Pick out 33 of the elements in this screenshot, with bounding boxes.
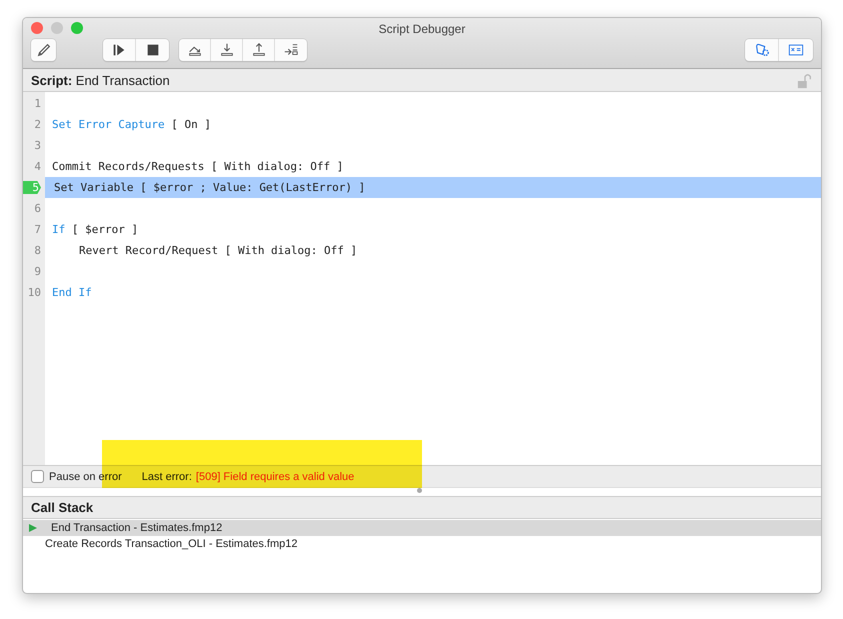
error-message: [509] Field requires a valid value xyxy=(196,470,354,482)
pencil-icon xyxy=(36,42,52,58)
line-number: 8 xyxy=(33,243,42,259)
step-out-icon xyxy=(250,42,266,58)
script-title: Script: End Transaction xyxy=(31,72,170,88)
stop-icon xyxy=(144,42,160,58)
script-step: Revert Record/Request [ With dialog: Off ] xyxy=(79,244,358,257)
call-stack-item[interactable]: Create Records Transaction_OLI - Estimates.fmp12 xyxy=(23,536,821,552)
scroll-gear-icon xyxy=(754,42,770,58)
call-stack-title: Call Stack xyxy=(31,500,94,515)
step-into-icon xyxy=(218,42,234,58)
set-next-icon xyxy=(283,42,299,58)
play-icon xyxy=(111,42,127,58)
line-number: 10 xyxy=(26,285,42,301)
resize-handle[interactable] xyxy=(417,488,422,493)
script-step: Set Error Capture [ On ] xyxy=(52,118,211,131)
current-line-number: 5 xyxy=(23,181,41,194)
script-step: End If xyxy=(52,286,92,299)
script-step: Set Variable [ $error ; Value: Get(LastError) ] xyxy=(54,181,366,194)
data-viewer-icon xyxy=(788,42,804,58)
call-stack-item[interactable]: End Transaction - Estimates.fmp12 xyxy=(23,520,821,536)
line-number: 4 xyxy=(33,159,42,175)
line-number: 2 xyxy=(33,117,42,133)
line-number: 6 xyxy=(33,201,42,217)
error-label: Last error: xyxy=(142,470,192,482)
line-number: 9 xyxy=(33,264,42,280)
script-step: If [ $error ] xyxy=(52,223,138,236)
line-number: 7 xyxy=(33,222,42,238)
line-number: 3 xyxy=(33,138,42,154)
window-title: Script Debugger xyxy=(378,22,466,36)
line-number: 1 xyxy=(33,96,42,112)
script-step: Commit Records/Requests [ With dialog: Off ] xyxy=(52,160,344,173)
play-icon xyxy=(29,524,37,532)
